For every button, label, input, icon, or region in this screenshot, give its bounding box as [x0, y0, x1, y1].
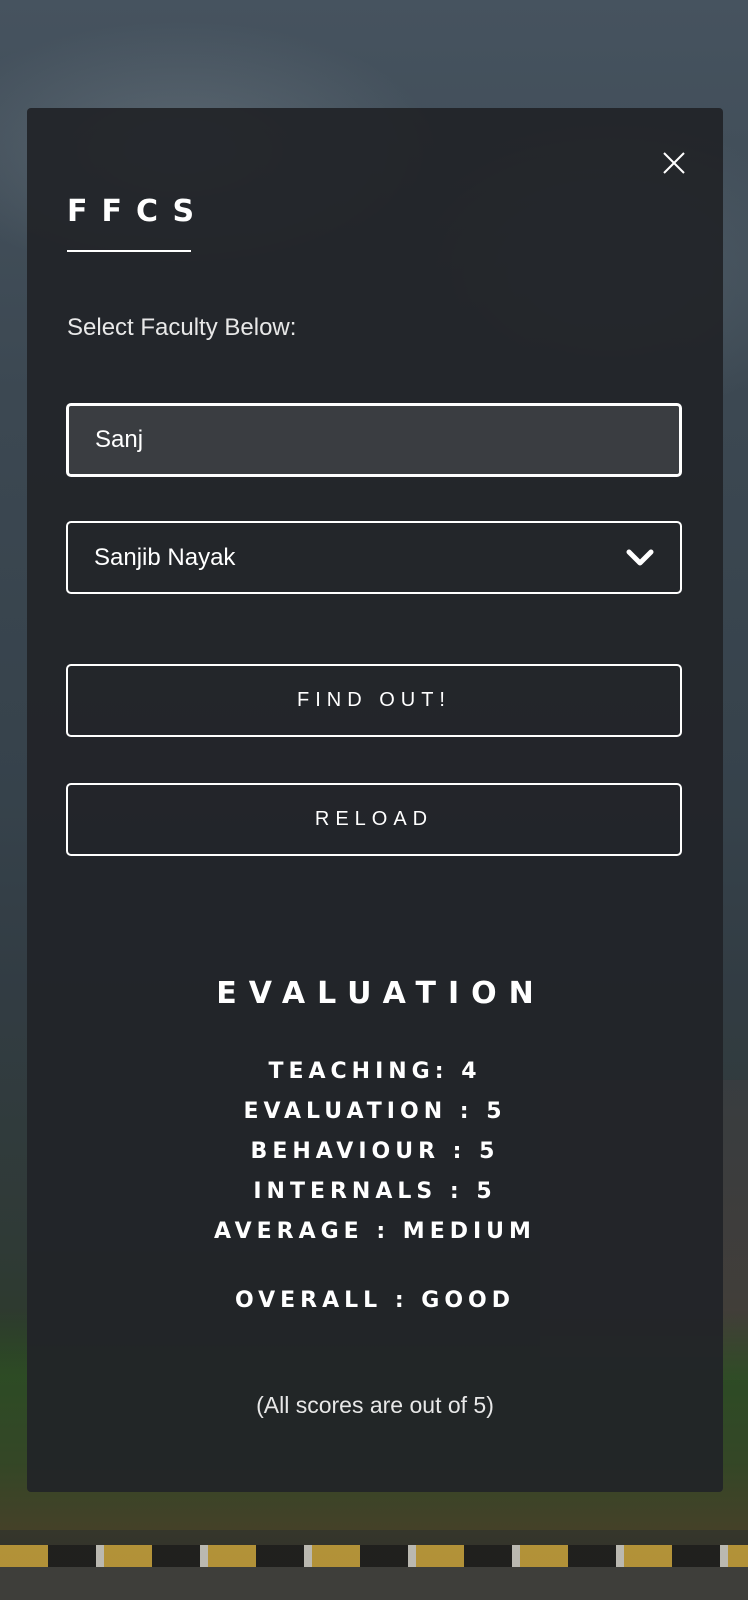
- score-evaluation: EVALUATION : 5: [243, 1099, 507, 1124]
- evaluation-heading: EVALUATION: [216, 976, 546, 1011]
- close-icon[interactable]: [659, 148, 689, 178]
- faculty-search-input[interactable]: [66, 403, 682, 477]
- overall-rating: OVERALL : GOOD: [234, 1288, 515, 1313]
- faculty-select-value: Sanjib Nayak: [94, 543, 236, 571]
- brand-underline: [67, 250, 191, 252]
- background-road: [0, 1567, 748, 1600]
- score-internals: INTERNALS : 5: [253, 1179, 497, 1204]
- brand-title: FFCS: [67, 194, 209, 229]
- background-barrier: [0, 1545, 748, 1567]
- chevron-down-icon: [626, 549, 654, 565]
- score-teaching: TEACHING: 4: [268, 1059, 482, 1084]
- faculty-select[interactable]: Sanjib Nayak: [66, 521, 682, 594]
- evaluation-scores: TEACHING: 4 EVALUATION : 5 BEHAVIOUR : 5…: [27, 1052, 723, 1252]
- score-behaviour: BEHAVIOUR : 5: [250, 1139, 500, 1164]
- find-out-button[interactable]: FIND OUT!: [66, 664, 682, 737]
- reload-button[interactable]: RELOAD: [66, 783, 682, 856]
- select-faculty-label: Select Faculty Below:: [67, 314, 297, 341]
- scores-note: (All scores are out of 5): [256, 1392, 494, 1418]
- faculty-panel: FFCS Select Faculty Below: Sanjib Nayak …: [27, 108, 723, 1492]
- score-average: AVERAGE : MEDIUM: [214, 1219, 536, 1244]
